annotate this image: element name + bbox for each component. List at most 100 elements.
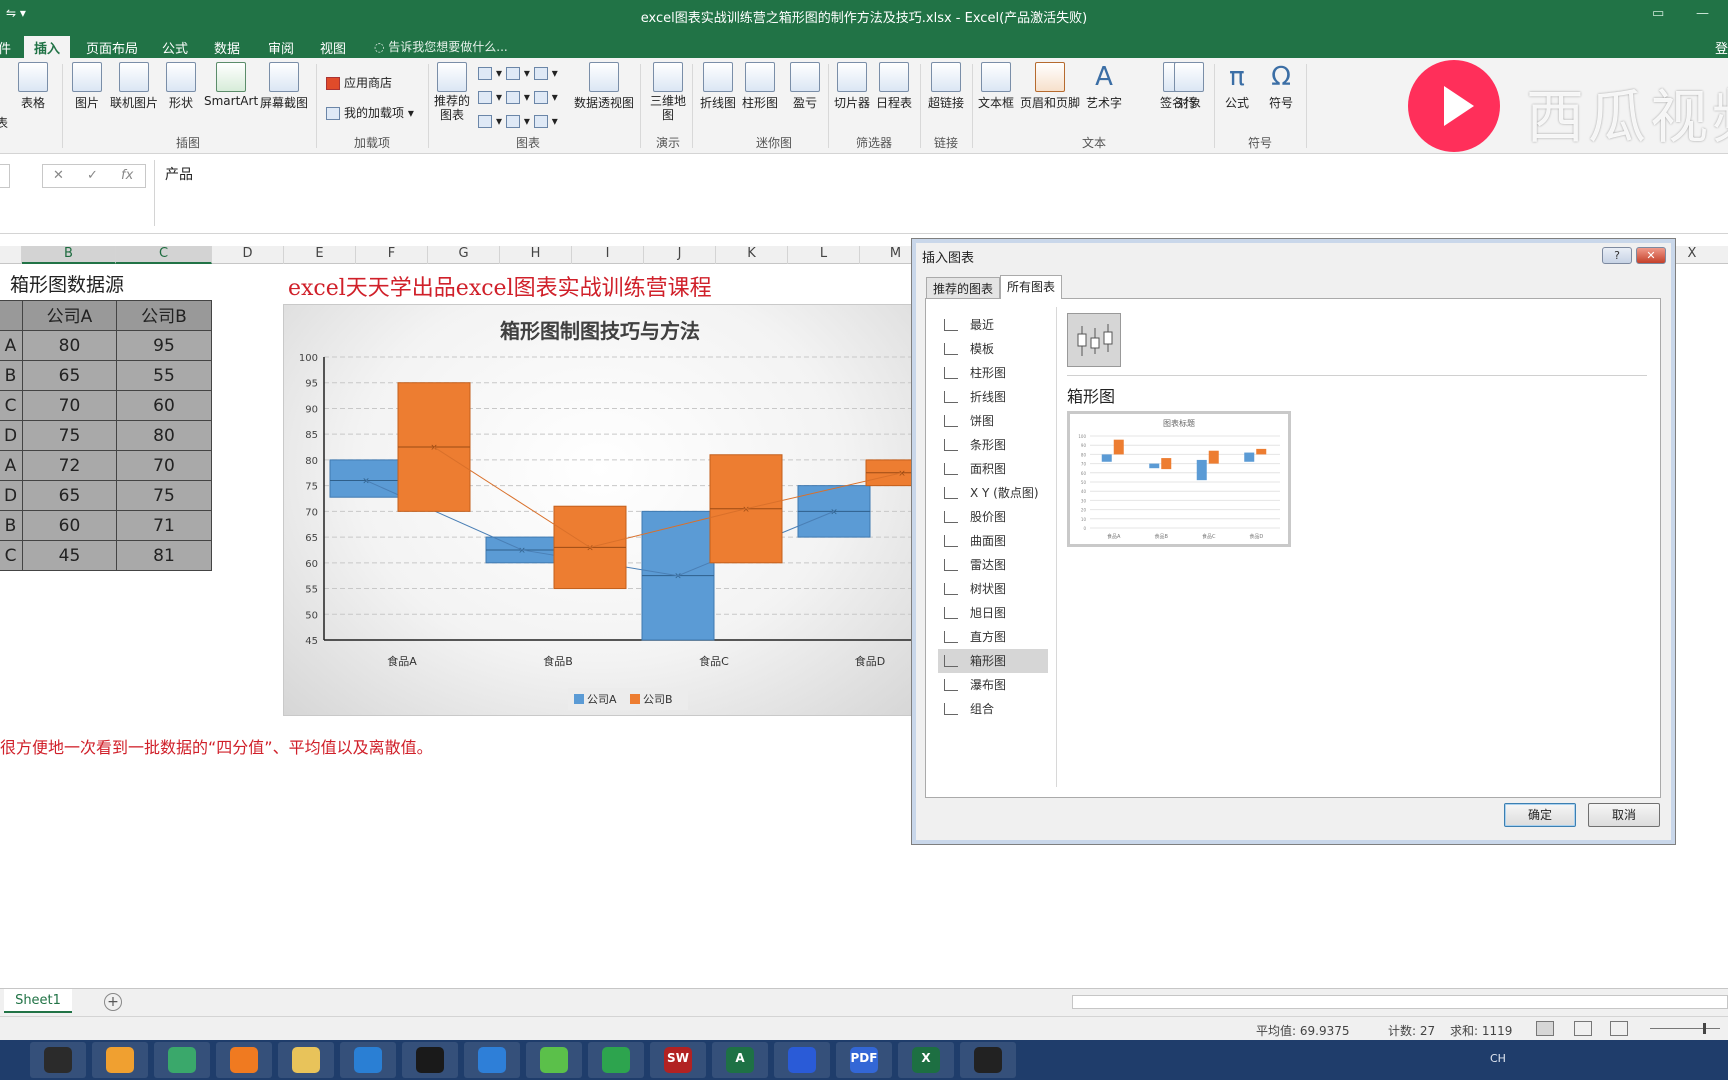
- cell-company-b[interactable]: 80: [116, 420, 212, 451]
- chart-type-item[interactable]: 模板: [938, 337, 1048, 361]
- picture-button[interactable]: 图片: [72, 62, 102, 111]
- column-header-stub[interactable]: [0, 246, 22, 264]
- table-button[interactable]: 表格: [18, 62, 48, 111]
- pie-chart-dropdown[interactable]: ▾ ▾ ▾: [478, 114, 558, 128]
- file-explorer-app-icon[interactable]: [278, 1042, 334, 1078]
- sign-in-link[interactable]: 登: [1715, 38, 1728, 57]
- column-header-b[interactable]: B: [22, 246, 116, 264]
- textbox-button[interactable]: 文本框: [978, 62, 1014, 111]
- chart-type-item[interactable]: 曲面图: [938, 529, 1048, 553]
- horizontal-scrollbar[interactable]: [1072, 995, 1728, 1009]
- box-plot-chart[interactable]: 箱形图制图技巧与方法 45 50 55 60 65 70 75 80 85 90 95 100 食品A 食品…: [283, 304, 916, 716]
- chart-type-item[interactable]: 柱形图: [938, 361, 1048, 385]
- pivotchart-button[interactable]: 数据透视图: [574, 62, 634, 111]
- smartart-button[interactable]: SmartArt: [204, 62, 258, 108]
- cell-company-a[interactable]: 60: [22, 510, 117, 541]
- name-box[interactable]: [0, 164, 10, 188]
- store-button[interactable]: 应用商店: [326, 74, 392, 91]
- object-button[interactable]: 对象: [1174, 62, 1204, 111]
- column-header-h[interactable]: H: [500, 246, 572, 264]
- line-chart-dropdown[interactable]: ▾ ▾ ▾: [478, 90, 558, 104]
- chart-type-item[interactable]: X Y (散点图): [938, 481, 1048, 505]
- tab-all-charts[interactable]: 所有图表: [1000, 275, 1063, 299]
- atom-app-icon[interactable]: [154, 1042, 210, 1078]
- ie-browser-app-icon[interactable]: [340, 1042, 396, 1078]
- chart-type-item[interactable]: 折线图: [938, 385, 1048, 409]
- column-header-k[interactable]: K: [716, 246, 788, 264]
- screenshot-button[interactable]: 屏幕截图: [260, 62, 308, 111]
- tab-file[interactable]: 件: [0, 36, 21, 58]
- close-button[interactable]: ✕: [1636, 247, 1666, 264]
- shapes-button[interactable]: 形状: [166, 62, 196, 111]
- column-header-e[interactable]: E: [284, 246, 356, 264]
- normal-view-icon[interactable]: [1536, 1021, 1554, 1036]
- excel-app-icon[interactable]: X: [898, 1042, 954, 1078]
- add-sheet-button[interactable]: +: [104, 993, 122, 1011]
- online-picture-button[interactable]: 联机图片: [110, 62, 158, 111]
- cell-company-b[interactable]: 55: [116, 360, 212, 391]
- input-language[interactable]: CH: [1490, 1052, 1506, 1065]
- cancel-icon[interactable]: ✕: [53, 168, 64, 183]
- cell-company-a[interactable]: 70: [22, 390, 117, 421]
- page-layout-view-icon[interactable]: [1574, 1021, 1592, 1036]
- header-footer-button[interactable]: 页眉和页脚: [1020, 62, 1080, 111]
- chart-preview[interactable]: 图表标题 0 10 20 30 40 50 60 70 80 90 100 食品A 食品B 食品C 食品D: [1067, 411, 1291, 547]
- timeline-button[interactable]: 日程表: [876, 62, 912, 111]
- box-app-icon[interactable]: [402, 1042, 458, 1078]
- chart-type-item[interactable]: 面积图: [938, 457, 1048, 481]
- row-label[interactable]: C: [0, 390, 23, 421]
- box-whisker-subtype-thumbnail[interactable]: [1067, 313, 1121, 367]
- ribbon-display-icon[interactable]: ▭: [1652, 6, 1664, 21]
- cancel-button[interactable]: 取消: [1588, 803, 1660, 827]
- cell-company-b[interactable]: 75: [116, 480, 212, 511]
- line-sparkline-button[interactable]: 折线图: [700, 62, 736, 111]
- refresh-app-icon[interactable]: [526, 1042, 582, 1078]
- row-label[interactable]: C: [0, 540, 23, 571]
- chart-type-item[interactable]: 雷达图: [938, 553, 1048, 577]
- hyperlink-button[interactable]: 超链接: [928, 62, 964, 111]
- winloss-sparkline-button[interactable]: 盈亏: [790, 62, 820, 111]
- chart-type-item[interactable]: 直方图: [938, 625, 1048, 649]
- header-company-a[interactable]: 公司A: [22, 300, 117, 333]
- zoom-slider[interactable]: [1650, 1028, 1720, 1029]
- row-label[interactable]: A: [0, 450, 23, 481]
- cell-company-b[interactable]: 70: [116, 450, 212, 481]
- row-label[interactable]: B: [0, 360, 23, 391]
- my-addins-button[interactable]: 我的加载项 ▾: [326, 104, 414, 121]
- sheet-tab-sheet1[interactable]: Sheet1: [4, 989, 72, 1013]
- photos-app-icon[interactable]: [92, 1042, 148, 1078]
- cell-company-b[interactable]: 95: [116, 330, 212, 361]
- feather-app-icon[interactable]: [464, 1042, 520, 1078]
- chart-type-item[interactable]: 组合: [938, 697, 1048, 721]
- chart-type-item[interactable]: 饼图: [938, 409, 1048, 433]
- green-app-icon[interactable]: [588, 1042, 644, 1078]
- chart-type-item[interactable]: 股价图: [938, 505, 1048, 529]
- cell-company-b[interactable]: 81: [116, 540, 212, 571]
- chart-type-item[interactable]: 旭日图: [938, 601, 1048, 625]
- formula-input[interactable]: 产品: [154, 160, 1728, 226]
- access-app-icon[interactable]: A: [712, 1042, 768, 1078]
- tab-view[interactable]: 视图: [310, 36, 356, 58]
- row-label[interactable]: B: [0, 510, 23, 541]
- column-sparkline-button[interactable]: 柱形图: [742, 62, 778, 111]
- cell-company-a[interactable]: 80: [22, 330, 117, 361]
- cell-company-a[interactable]: 72: [22, 450, 117, 481]
- cell-company-b[interactable]: 60: [116, 390, 212, 421]
- row-label[interactable]: D: [0, 420, 23, 451]
- column-header-j[interactable]: J: [644, 246, 716, 264]
- tab-insert[interactable]: 插入: [24, 36, 71, 58]
- column-chart-dropdown[interactable]: ▾ ▾ ▾: [478, 66, 558, 80]
- cell-company-a[interactable]: 45: [22, 540, 117, 571]
- cell-company-a[interactable]: 65: [22, 480, 117, 511]
- chart-type-item[interactable]: 瀑布图: [938, 673, 1048, 697]
- page-break-view-icon[interactable]: [1610, 1021, 1628, 1036]
- camera-app-icon[interactable]: [30, 1042, 86, 1078]
- symbol-button[interactable]: Ω 符号: [1266, 62, 1296, 111]
- chart-type-item[interactable]: 最近: [938, 313, 1048, 337]
- cell-company-a[interactable]: 65: [22, 360, 117, 391]
- pdf-app-icon[interactable]: PDF: [836, 1042, 892, 1078]
- tab-data[interactable]: 数据: [204, 36, 250, 58]
- tab-page-layout[interactable]: 页面布局: [76, 36, 148, 58]
- recommended-charts-button[interactable]: 推荐的 图表: [434, 62, 470, 122]
- row-label[interactable]: D: [0, 480, 23, 511]
